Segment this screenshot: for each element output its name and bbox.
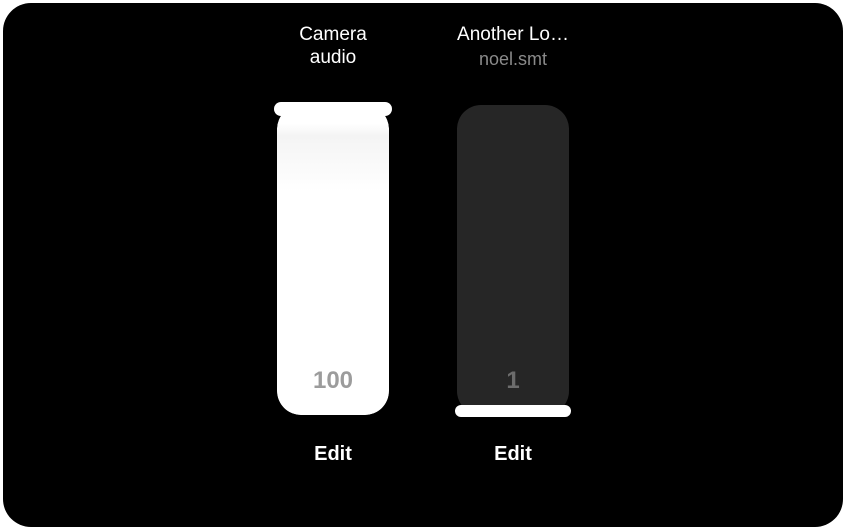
track-title: Camera audio bbox=[263, 23, 403, 73]
audio-track: Camera audio 100 Edit bbox=[273, 23, 393, 466]
track-subtitle: noel.smt bbox=[479, 49, 547, 73]
slider-value: 100 bbox=[277, 367, 389, 395]
edit-button[interactable]: Edit bbox=[314, 443, 352, 466]
edit-button[interactable]: Edit bbox=[494, 443, 532, 466]
slider-handle-icon[interactable] bbox=[455, 405, 571, 417]
volume-slider[interactable]: 1 bbox=[457, 105, 569, 415]
slider-handle-icon[interactable] bbox=[274, 102, 392, 116]
slider-value: 1 bbox=[457, 367, 569, 395]
volume-slider[interactable]: 100 bbox=[277, 105, 389, 415]
audio-track: Another Lo… noel.smt 1 Edit bbox=[453, 23, 573, 466]
audio-mixer-panel: Camera audio 100 Edit Another Lo… noel.s… bbox=[3, 3, 843, 527]
